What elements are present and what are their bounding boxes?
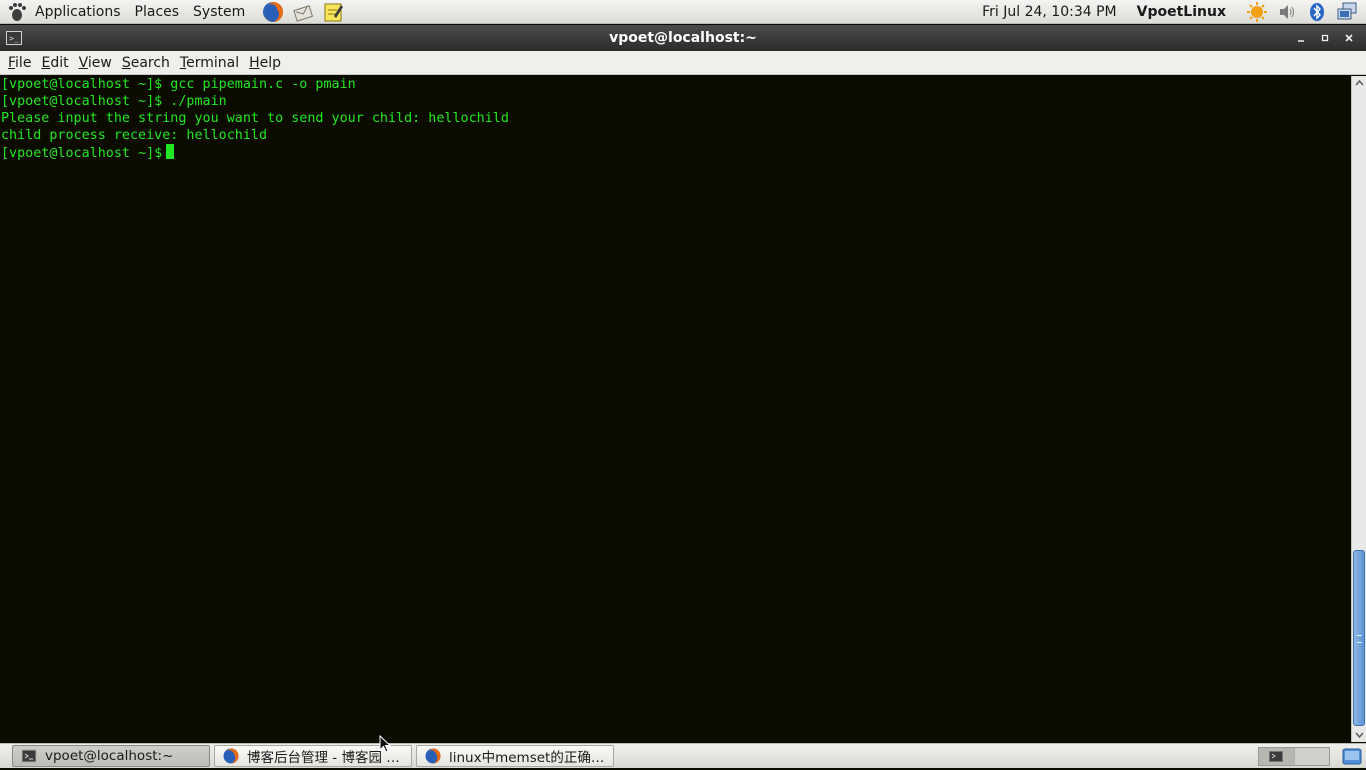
terminal-prompt: [vpoet@localhost ~]$ <box>1 146 163 161</box>
window-titlebar[interactable]: >_ vpoet@localhost:~ <box>0 25 1366 51</box>
mail-icon <box>293 4 314 22</box>
bottom-panel: vpoet@localhost:~ 博客后台管理 - 博客园 - … linux… <box>0 743 1366 768</box>
menu-edit[interactable]: Edit <box>36 51 73 75</box>
menu-view-label: iew <box>87 54 112 71</box>
volume-icon <box>1280 4 1294 19</box>
chevron-up-icon <box>1355 80 1364 86</box>
menu-edit-mnemonic: E <box>41 54 51 71</box>
show-desktop-button[interactable] <box>1342 747 1362 766</box>
window-controls <box>1288 25 1360 51</box>
firefox-icon <box>263 1 284 22</box>
workspace-switcher[interactable] <box>1258 747 1330 766</box>
menu-terminal-label: erminal <box>186 54 240 71</box>
close-icon <box>1345 34 1353 42</box>
terminal-window-icon[interactable]: >_ <box>6 31 22 45</box>
terminal-icon <box>1269 751 1284 762</box>
clock[interactable]: Fri Jul 24, 10:34 PM <box>970 4 1129 20</box>
taskbar-item-browser-2[interactable]: linux中memset的正确… <box>416 745 614 767</box>
bluetooth-icon <box>1310 2 1324 21</box>
notes-launcher[interactable] <box>320 1 346 23</box>
taskbar-item-terminal[interactable]: vpoet@localhost:~ <box>12 745 210 767</box>
bluetooth-tray[interactable] <box>1306 1 1328 23</box>
mail-launcher[interactable] <box>290 1 316 23</box>
desktop-icon <box>1342 748 1362 765</box>
firefox-icon <box>425 748 441 764</box>
chevron-down-icon <box>1355 732 1364 738</box>
terminal-output[interactable]: [vpoet@localhost ~]$ gcc pipemain.c -o p… <box>0 76 1351 742</box>
menu-terminal[interactable]: Terminal <box>175 51 244 75</box>
network-tray[interactable] <box>1336 1 1358 23</box>
terminal-line: [vpoet@localhost ~]$ gcc pipemain.c -o p… <box>1 77 356 92</box>
menu-search-mnemonic: S <box>121 54 131 71</box>
firefox-launcher[interactable] <box>260 1 286 23</box>
system-menu-label: System <box>193 3 246 20</box>
update-icon <box>1247 1 1267 22</box>
places-menu[interactable]: Places <box>128 0 187 24</box>
workspace-1[interactable] <box>1259 748 1295 765</box>
applications-menu[interactable]: Applications <box>0 0 128 24</box>
text-cursor <box>166 144 175 159</box>
maximize-button[interactable] <box>1314 28 1336 48</box>
network-icon <box>1337 2 1357 19</box>
terminal-prompt-line[interactable]: [vpoet@localhost ~]$ <box>1 144 1351 161</box>
system-menu[interactable]: System <box>186 0 252 24</box>
menu-edit-label: dit <box>50 54 69 71</box>
terminal-line: child process receive: hellochild <box>1 128 268 143</box>
applications-menu-label: Applications <box>35 3 121 20</box>
menu-view[interactable]: View <box>74 51 117 75</box>
minimize-icon <box>1298 40 1304 42</box>
terminal-line: [vpoet@localhost ~]$ ./pmain <box>1 94 227 109</box>
top-panel: Applications Places System Fri Jul 24, 1… <box>0 0 1366 24</box>
menu-file-label: ile <box>15 54 32 71</box>
close-button[interactable] <box>1338 28 1360 48</box>
firefox-icon <box>223 748 239 764</box>
menu-file[interactable]: File <box>3 51 36 75</box>
terminal-scrollbar[interactable] <box>1351 76 1366 742</box>
menu-help-mnemonic: H <box>249 54 260 71</box>
terminal-icon <box>21 749 37 763</box>
terminal-line: Please input the string you want to send… <box>1 111 509 126</box>
scrollbar-grip <box>1357 635 1362 643</box>
volume-tray[interactable] <box>1276 1 1298 23</box>
menu-file-mnemonic: F <box>8 54 16 71</box>
username-label[interactable]: VpoetLinux <box>1129 4 1242 20</box>
gnome-foot-icon <box>7 2 27 22</box>
notes-icon <box>324 3 344 21</box>
menu-search-label: earch <box>130 54 170 71</box>
menu-help-label: elp <box>259 54 282 71</box>
menu-search[interactable]: Search <box>117 51 175 75</box>
workspace-2[interactable] <box>1295 748 1330 765</box>
scrollbar-thumb[interactable] <box>1353 550 1365 726</box>
window-title: vpoet@localhost:~ <box>609 30 757 46</box>
places-menu-label: Places <box>134 3 180 20</box>
minimize-button[interactable] <box>1290 28 1312 48</box>
maximize-icon <box>1321 34 1329 42</box>
terminal-menubar: File Edit View Search Terminal Help <box>0 51 1366 75</box>
scroll-up-button[interactable] <box>1352 76 1366 90</box>
menu-view-mnemonic: V <box>78 54 88 71</box>
update-tray[interactable] <box>1246 1 1268 23</box>
taskbar-item-label: linux中memset的正确… <box>449 750 605 766</box>
taskbar-item-label: vpoet@localhost:~ <box>45 748 174 764</box>
menu-help[interactable]: Help <box>244 51 286 75</box>
scroll-down-button[interactable] <box>1352 728 1366 742</box>
mouse-pointer-icon <box>379 735 391 753</box>
